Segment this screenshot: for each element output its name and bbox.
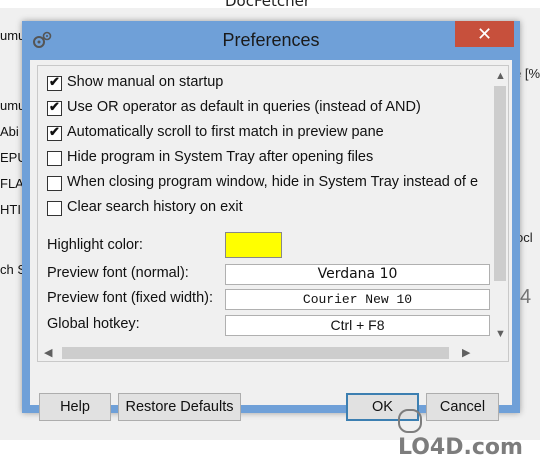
vertical-scrollbar[interactable]: ▲ ▼ bbox=[492, 66, 508, 344]
horizontal-scrollbar[interactable]: ◀ ▶ bbox=[38, 344, 508, 361]
background-cell: umu bbox=[0, 98, 22, 113]
help-button[interactable]: Help bbox=[39, 393, 111, 421]
scroll-down-icon[interactable]: ▼ bbox=[495, 328, 506, 340]
checkbox[interactable]: ✔ bbox=[47, 74, 62, 91]
highlight-color-label: Highlight color: bbox=[47, 237, 143, 253]
preferences-dialog: Preferences ✕ ✔ Show manual on startup ✔… bbox=[22, 21, 520, 421]
help-button-label: Help bbox=[60, 399, 90, 415]
preview-font-button[interactable]: Verdana 10 bbox=[225, 264, 490, 285]
background-app-title: DocFetcher bbox=[225, 0, 310, 8]
background-cell: umu bbox=[0, 28, 22, 43]
check-icon: ✔ bbox=[49, 99, 60, 114]
preferences-scroll-pane[interactable]: ✔ Show manual on startup ✔ Use OR operat… bbox=[37, 65, 509, 362]
preview-font-fixed-label: Preview font (fixed width): bbox=[47, 290, 214, 306]
dialog-client-area: ✔ Show manual on startup ✔ Use OR operat… bbox=[30, 60, 512, 421]
vertical-scroll-thumb[interactable] bbox=[494, 86, 506, 281]
watermark-text: LO4D.com bbox=[398, 435, 523, 460]
ok-button-label: OK bbox=[372, 399, 393, 415]
check-icon: ✔ bbox=[49, 74, 60, 89]
globe-icon bbox=[398, 409, 422, 433]
dialog-title: Preferences bbox=[222, 30, 320, 50]
restore-defaults-button[interactable]: Restore Defaults bbox=[118, 393, 241, 421]
preview-font-fixed-button[interactable]: Courier New 10 bbox=[225, 289, 490, 310]
scroll-up-icon[interactable]: ▲ bbox=[495, 70, 506, 82]
scroll-left-icon[interactable]: ◀ bbox=[44, 347, 52, 359]
scroll-right-icon[interactable]: ▶ bbox=[462, 347, 470, 359]
background-cell: HTI bbox=[0, 202, 21, 217]
checkbox[interactable]: ✔ bbox=[47, 99, 62, 116]
background-cell: Abi bbox=[0, 124, 19, 139]
highlight-color-swatch[interactable] bbox=[225, 232, 282, 258]
checkbox[interactable] bbox=[47, 201, 62, 216]
option-label: Use OR operator as default in queries (i… bbox=[67, 99, 421, 115]
watermark-logo: LO4D.com bbox=[398, 409, 538, 460]
background-title-bar: DocFetcher bbox=[0, 0, 540, 8]
preview-font-label: Preview font (normal): bbox=[47, 265, 189, 281]
option-label: Clear search history on exit bbox=[67, 199, 243, 215]
checkbox[interactable]: ✔ bbox=[47, 124, 62, 141]
global-hotkey-label: Global hotkey: bbox=[47, 316, 140, 332]
background-cell: FLA bbox=[0, 176, 22, 191]
close-button[interactable]: ✕ bbox=[455, 21, 514, 47]
restore-defaults-label: Restore Defaults bbox=[125, 399, 234, 415]
checkbox[interactable] bbox=[47, 151, 62, 166]
close-icon: ✕ bbox=[476, 24, 493, 44]
background-right-cell: 4 bbox=[520, 286, 532, 308]
background-cell: EPU bbox=[0, 150, 22, 165]
horizontal-scroll-thumb[interactable] bbox=[62, 347, 449, 359]
option-label: Show manual on startup bbox=[67, 74, 224, 90]
option-label: When closing program window, hide in Sys… bbox=[67, 174, 479, 190]
dialog-title-bar[interactable]: Preferences ✕ bbox=[22, 21, 520, 60]
option-label: Automatically scroll to first match in p… bbox=[67, 124, 384, 140]
option-label: Hide program in System Tray after openin… bbox=[67, 149, 374, 165]
global-hotkey-field[interactable]: Ctrl + F8 bbox=[225, 315, 490, 336]
background-cell: ch S bbox=[0, 262, 22, 277]
checkbox[interactable] bbox=[47, 176, 62, 191]
check-icon: ✔ bbox=[49, 124, 60, 139]
